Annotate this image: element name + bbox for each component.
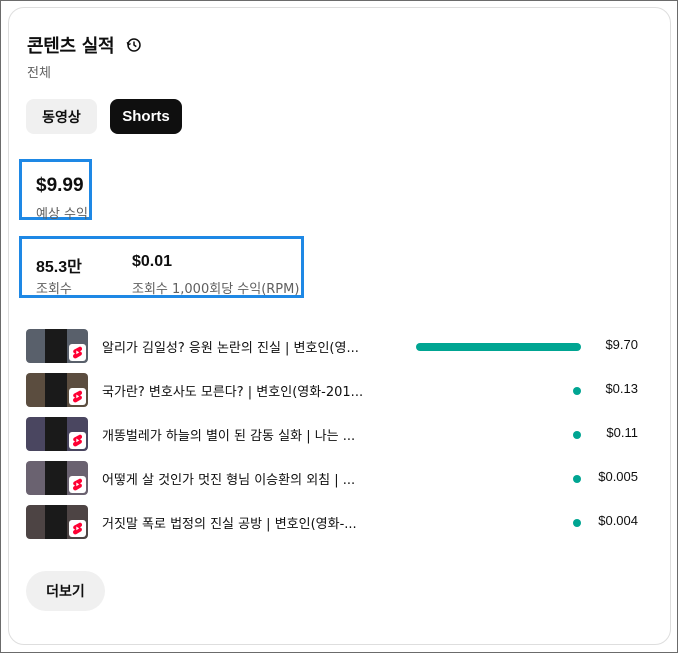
- video-thumbnail[interactable]: [26, 373, 88, 407]
- content-row[interactable]: 거짓말 폭로 법정의 진실 공방 | 변호인(영화-... $0.004: [26, 505, 638, 539]
- revenue-bar-track: [409, 343, 581, 351]
- card-subtitle: 전체: [27, 66, 51, 81]
- tab-videos[interactable]: 동영상: [26, 99, 97, 134]
- content-row[interactable]: 어떻게 살 것인가 멋진 형님 이승환의 외침 | ... $0.005: [26, 461, 638, 495]
- revenue-bar: [573, 475, 581, 483]
- content-row[interactable]: 국가란? 변호사도 모른다? | 변호인(영화-201... $0.13: [26, 373, 638, 407]
- content-row[interactable]: 개똥벌레가 하늘의 별이 된 감동 실화 | 나는 ... $0.11: [26, 417, 638, 451]
- revenue-value: $9.99: [36, 175, 84, 196]
- rpm-value: $0.01: [132, 253, 173, 270]
- shorts-icon: [69, 344, 86, 361]
- thumbnail-frame: [45, 329, 67, 363]
- history-icon[interactable]: [126, 37, 142, 53]
- card-title: 콘텐츠 실적: [27, 36, 115, 57]
- rpm-label: 조회수 1,000회당 수익(RPM): [132, 282, 300, 297]
- views-label: 조회수: [36, 282, 72, 297]
- content-revenue: $9.70: [605, 337, 638, 352]
- content-title[interactable]: 국가란? 변호사도 모른다? | 변호인(영화-201...: [102, 381, 382, 400]
- content-performance-card: [8, 7, 671, 645]
- content-title[interactable]: 개똥벌레가 하늘의 별이 된 감동 실화 | 나는 ...: [102, 425, 382, 444]
- views-value: 85.3만: [36, 259, 82, 276]
- content-revenue: $0.004: [598, 513, 638, 528]
- content-revenue: $0.11: [606, 425, 638, 440]
- content-revenue: $0.13: [605, 381, 638, 396]
- revenue-bar: [573, 387, 581, 395]
- video-thumbnail[interactable]: [26, 329, 88, 363]
- thumbnail-frame: [45, 373, 67, 407]
- shorts-icon: [69, 476, 86, 493]
- content-revenue: $0.005: [598, 469, 638, 484]
- tab-shorts[interactable]: Shorts: [110, 99, 182, 134]
- content-title[interactable]: 알리가 김일성? 응원 논란의 진실 | 변호인(영...: [102, 337, 382, 356]
- revenue-bar-track: [409, 519, 581, 527]
- shorts-icon: [69, 520, 86, 537]
- revenue-label: 예상 수익: [36, 207, 88, 222]
- card-header: 콘텐츠 실적: [27, 32, 142, 58]
- thumbnail-frame: [45, 461, 67, 495]
- content-row[interactable]: 알리가 김일성? 응원 논란의 진실 | 변호인(영... $9.70: [26, 329, 638, 363]
- revenue-bar-track: [409, 387, 581, 395]
- show-more-button[interactable]: 더보기: [26, 571, 105, 611]
- revenue-bar: [573, 519, 581, 527]
- content-title[interactable]: 어떻게 살 것인가 멋진 형님 이승환의 외침 | ...: [102, 469, 382, 488]
- shorts-icon: [69, 432, 86, 449]
- video-thumbnail[interactable]: [26, 461, 88, 495]
- revenue-bar-track: [409, 431, 581, 439]
- video-thumbnail[interactable]: [26, 417, 88, 451]
- thumbnail-frame: [45, 505, 67, 539]
- shorts-icon: [69, 388, 86, 405]
- thumbnail-frame: [45, 417, 67, 451]
- revenue-bar: [416, 343, 581, 351]
- revenue-bar: [573, 431, 581, 439]
- revenue-bar-track: [409, 475, 581, 483]
- video-thumbnail[interactable]: [26, 505, 88, 539]
- content-title[interactable]: 거짓말 폭로 법정의 진실 공방 | 변호인(영화-...: [102, 513, 382, 532]
